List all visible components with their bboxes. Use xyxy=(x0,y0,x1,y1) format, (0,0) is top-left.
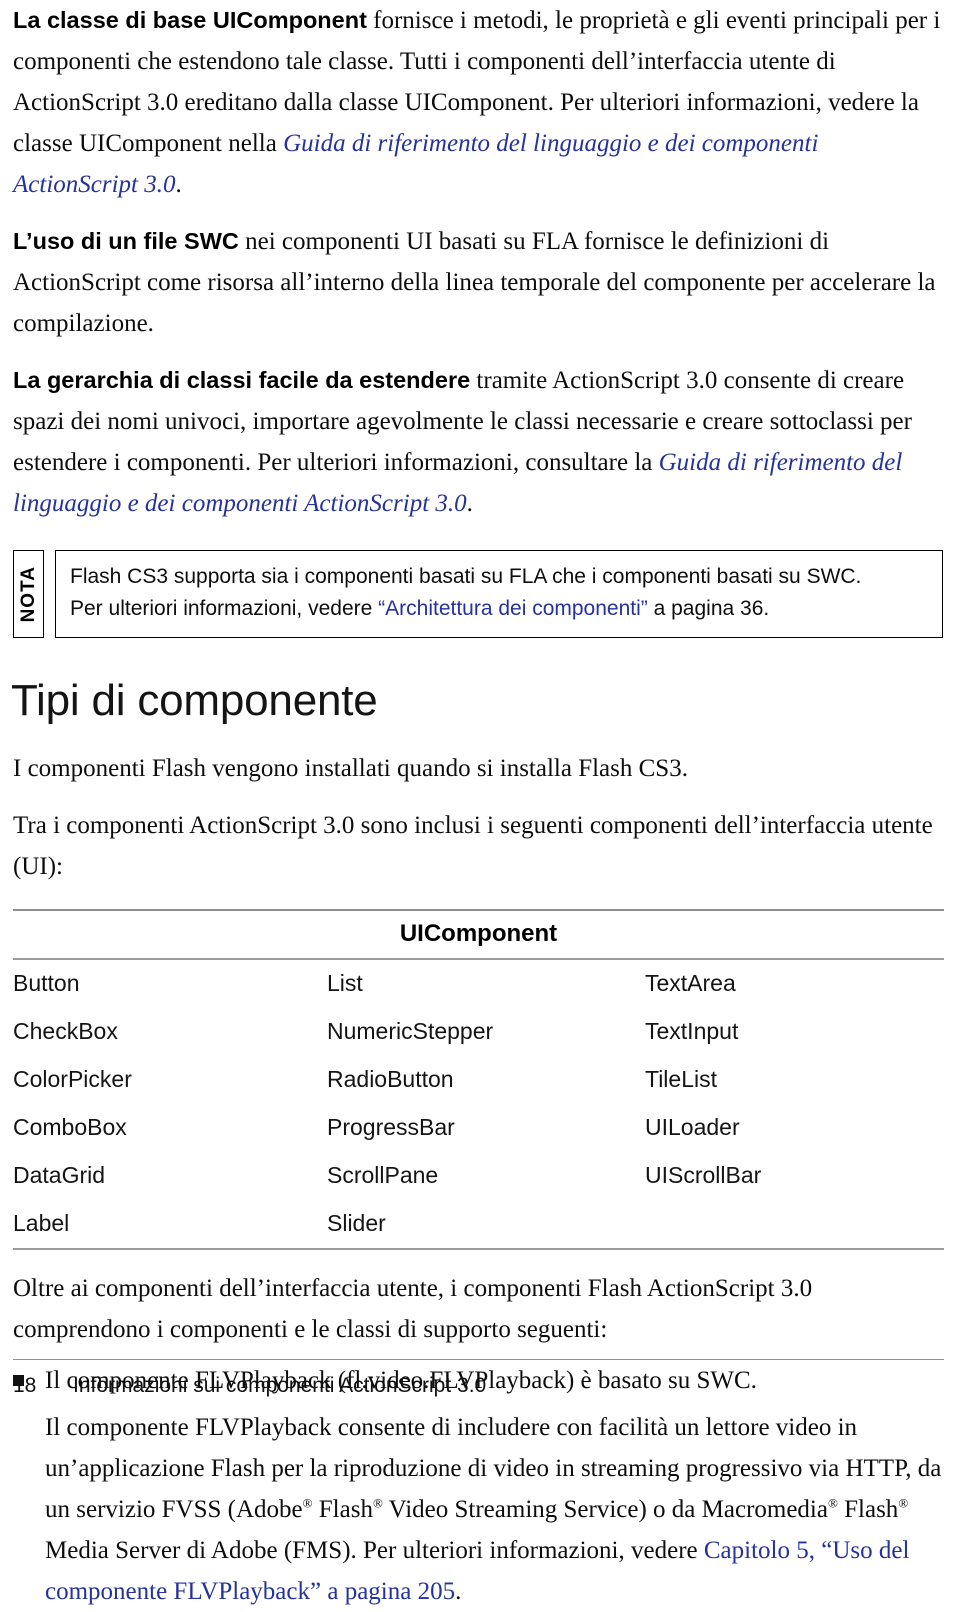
components-grid: Button List TextArea CheckBox NumericSte… xyxy=(13,960,944,1248)
cell-component: TextArea xyxy=(645,970,736,996)
table-row: Label Slider xyxy=(13,1200,944,1248)
cell-component: UILoader xyxy=(645,1114,740,1140)
flv-text-part4: Flash xyxy=(837,1496,899,1523)
paragraph-support-classes: Oltre ai componenti dell’interfaccia ute… xyxy=(13,1275,813,1343)
note-body: Flash CS3 supporta sia i componenti basa… xyxy=(55,550,943,638)
footer-chapter-title: Informazioni sui componenti ActionScript… xyxy=(73,1374,487,1397)
table-row: Button List TextArea xyxy=(13,960,944,1008)
cell-component: List xyxy=(327,970,363,996)
cell-component: NumericStepper xyxy=(327,1018,494,1044)
table-row: ColorPicker RadioButton TileList xyxy=(13,1056,944,1104)
flv-text-part6: . xyxy=(455,1578,462,1605)
table-row: CheckBox NumericStepper TextInput xyxy=(13,1008,944,1056)
cell-component: TextInput xyxy=(645,1018,739,1044)
cell-component: DataGrid xyxy=(13,1162,106,1188)
cell-component: TileList xyxy=(645,1066,717,1092)
document-page: La classe di base UIComponent fornisce i… xyxy=(0,0,960,1605)
note-line-2-suffix: a pagina 36. xyxy=(647,597,770,620)
flv-text-part3: Video Streaming Service) o da Macromedia xyxy=(382,1496,828,1523)
table-bottom-rule xyxy=(13,1248,944,1250)
footer-rule xyxy=(13,1358,944,1360)
cell-component: RadioButton xyxy=(327,1066,454,1092)
section-heading: Tipi di componente xyxy=(11,676,378,725)
page-number: 18 xyxy=(13,1374,37,1397)
paragraph-class-hierarchy: La gerarchia di classi facile da estende… xyxy=(0,360,960,524)
cell-component: Slider xyxy=(327,1210,386,1236)
table-header-uicomponent: UIComponent xyxy=(399,920,558,947)
cell-component: Label xyxy=(13,1210,70,1236)
cell-component: CheckBox xyxy=(13,1018,118,1044)
cell-component: ComboBox xyxy=(13,1114,127,1140)
components-table: UIComponent Button List TextArea CheckBo… xyxy=(0,909,960,1250)
cell-component: ColorPicker xyxy=(13,1066,132,1092)
paragraph-lead-text: La classe di base UIComponent xyxy=(13,7,367,33)
paragraph-ui-components-intro: Tra i componenti ActionScript 3.0 sono i… xyxy=(13,812,933,880)
note-line-2: Per ulteriori informazioni, vedere “Arch… xyxy=(70,593,928,625)
registered-trademark-icon: ® xyxy=(827,1495,838,1511)
paragraph-flvplayback-detail: Il componente FLVPlayback consente di in… xyxy=(0,1407,960,1612)
note-line-1: Flash CS3 supporta sia i componenti basa… xyxy=(70,565,862,588)
registered-trademark-icon: ® xyxy=(898,1495,909,1511)
registered-trademark-icon: ® xyxy=(372,1495,383,1511)
cell-component: ScrollPane xyxy=(327,1162,439,1188)
cell-component: ProgressBar xyxy=(327,1114,455,1140)
cell-component: UIScrollBar xyxy=(645,1162,762,1188)
paragraph-body-tail: . xyxy=(175,171,182,198)
note-architecture-link[interactable]: “Architettura dei componenti” xyxy=(378,597,648,620)
paragraph-swc-usage: L’uso di un file SWC nei componenti UI b… xyxy=(0,221,960,344)
note-label-text: NOTA xyxy=(17,565,39,623)
paragraph-lead-text: La gerarchia di classi facile da estende… xyxy=(13,367,471,393)
footer-line: 18 Informazioni sui componenti ActionScr… xyxy=(13,1374,944,1398)
note-callout: NOTA Flash CS3 supporta sia i componenti… xyxy=(13,550,943,638)
flv-text-part5: Media Server di Adobe (FMS). Per ulterio… xyxy=(45,1537,704,1564)
paragraph-uicomponent-intro: La classe di base UIComponent fornisce i… xyxy=(0,0,960,205)
paragraph-lead-text: L’uso di un file SWC xyxy=(13,228,239,254)
cell-component: Button xyxy=(13,970,80,996)
components-grid-body: Button List TextArea CheckBox NumericSte… xyxy=(13,960,944,1248)
paragraph-body-tail: . xyxy=(466,490,473,517)
table-row: ComboBox ProgressBar UILoader xyxy=(13,1104,944,1152)
page-footer: 18 Informazioni sui componenti ActionScr… xyxy=(0,1358,960,1399)
registered-trademark-icon: ® xyxy=(302,1495,313,1511)
table-row: DataGrid ScrollPane UIScrollBar xyxy=(13,1152,944,1200)
cell-component xyxy=(645,1200,944,1248)
note-line-2-prefix: Per ulteriori informazioni, vedere xyxy=(70,597,379,620)
paragraph-install-info: I componenti Flash vengono installati qu… xyxy=(13,755,688,782)
flv-text-part2: Flash xyxy=(312,1496,373,1523)
note-label-tab: NOTA xyxy=(13,550,44,638)
